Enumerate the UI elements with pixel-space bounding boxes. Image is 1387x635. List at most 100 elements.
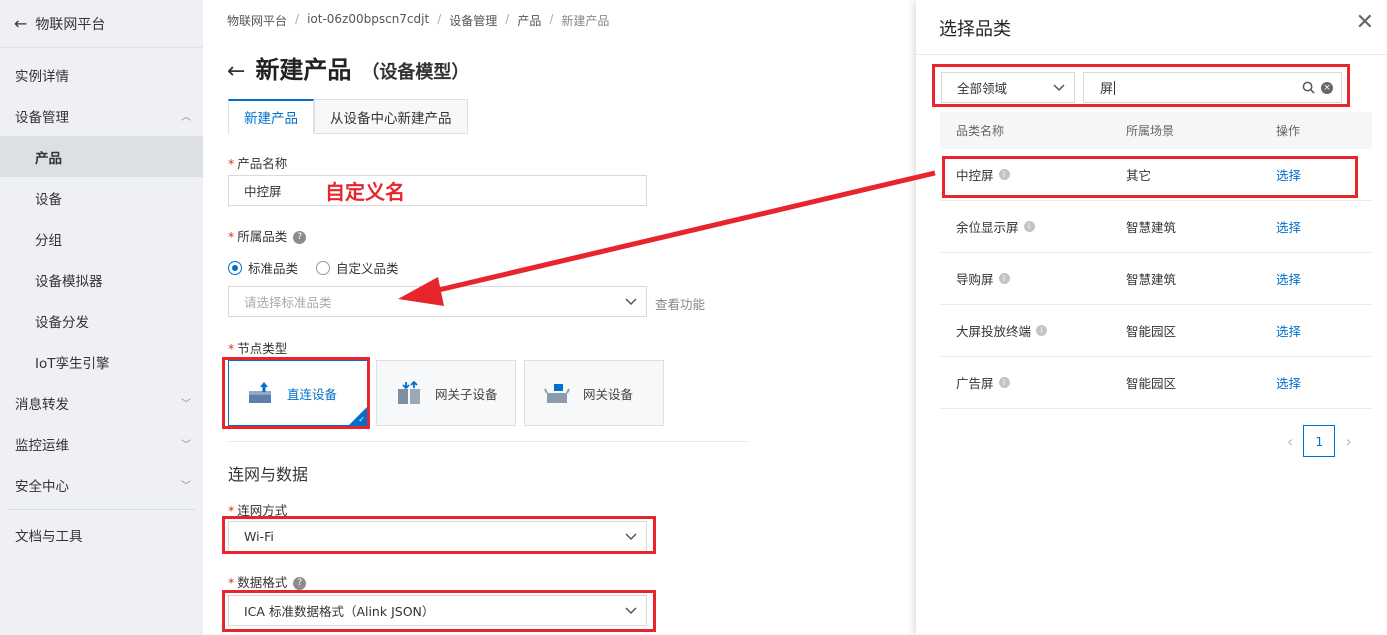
divider bbox=[916, 54, 1387, 55]
sidebar-item-label: 监控运维 bbox=[15, 437, 69, 454]
label-text: 所属品类 bbox=[237, 229, 288, 244]
radio-label: 标准品类 bbox=[248, 261, 299, 276]
select-link[interactable]: 选择 bbox=[1276, 220, 1301, 235]
breadcrumb: 物联网平台 / iot-06z00bpscn7cdjt / 设备管理 / 产品 / 新建… bbox=[227, 12, 609, 29]
info-icon[interactable]: i bbox=[998, 377, 1010, 388]
section-title-network: 连网与数据 bbox=[228, 465, 309, 484]
column-header-name: 品类名称 bbox=[956, 124, 1005, 138]
sidebar: ← 物联网平台 实例详情 设备管理 ︿ 产品 设备 分组 设备模拟器 设备分发 I… bbox=[0, 0, 203, 635]
sidebar-item-distribution[interactable]: 设备分发 bbox=[0, 300, 203, 341]
table-header: 品类名称 所属场景 操作 bbox=[940, 112, 1372, 149]
sidebar-item-product[interactable]: 产品 bbox=[0, 136, 203, 177]
annotation-box-node-type bbox=[222, 357, 370, 429]
node-type-label: * 节点类型 bbox=[228, 341, 288, 356]
gateway-sub-device-icon bbox=[398, 380, 420, 404]
view-function-link[interactable]: 查看功能 bbox=[655, 294, 705, 313]
category-radio-group: 标准品类 自定义品类 bbox=[228, 258, 399, 277]
node-type-label-text: 网关设备 bbox=[583, 386, 634, 402]
category-select[interactable]: 请选择标准品类 bbox=[228, 286, 647, 317]
page-button[interactable]: 1 bbox=[1303, 425, 1336, 457]
sidebar-item-device-mgmt[interactable]: 设备管理 ︿ bbox=[0, 95, 203, 136]
table-row: 余位显示屏 i 智慧建筑 选择 bbox=[940, 201, 1372, 253]
sidebar-item-group[interactable]: 分组 bbox=[0, 218, 203, 259]
page-title-text: 新建产品 bbox=[255, 56, 352, 84]
sidebar-item-label: 设备分发 bbox=[35, 314, 89, 331]
chevron-right-icon[interactable]: › bbox=[1345, 432, 1351, 451]
sidebar-item-label: 产品 bbox=[35, 150, 62, 167]
label-text: 产品名称 bbox=[237, 156, 288, 171]
sidebar-item-monitoring[interactable]: 监控运维 ﹀ bbox=[0, 423, 203, 464]
category-name: 导购屏 bbox=[956, 272, 994, 287]
divider bbox=[8, 509, 195, 510]
label-text: 数据格式 bbox=[237, 575, 288, 590]
table-row: 广告屏 i 智能园区 选择 bbox=[940, 357, 1372, 409]
breadcrumb-separator: / bbox=[505, 12, 510, 26]
category-scene: 智能园区 bbox=[1126, 324, 1177, 339]
page-title: ← 新建产品 （设备模型） bbox=[227, 50, 469, 85]
info-icon[interactable]: i bbox=[1036, 325, 1048, 336]
sidebar-item-twin-engine[interactable]: IoT孪生引擎 bbox=[0, 341, 203, 382]
chevron-down-icon: ﹀ bbox=[181, 481, 191, 492]
help-icon[interactable]: ? bbox=[293, 231, 307, 244]
select-link[interactable]: 选择 bbox=[1276, 272, 1301, 287]
breadcrumb-item[interactable]: 设备管理 bbox=[449, 12, 497, 29]
label-text: 节点类型 bbox=[237, 341, 288, 356]
annotation-box-search bbox=[932, 64, 1350, 107]
select-link[interactable]: 选择 bbox=[1276, 324, 1301, 339]
category-label: * 所属品类? bbox=[228, 226, 307, 245]
radio-label: 自定义品类 bbox=[336, 261, 399, 276]
data-format-label: * 数据格式? bbox=[228, 572, 307, 591]
breadcrumb-item: 新建产品 bbox=[561, 14, 610, 28]
sidebar-item-docs[interactable]: 文档与工具 bbox=[0, 514, 203, 555]
product-name-label: * 产品名称 bbox=[228, 156, 288, 171]
sidebar-item-label: IoT孪生引擎 bbox=[35, 355, 110, 372]
back-arrow-icon[interactable]: ← bbox=[227, 59, 245, 84]
sidebar-item-message-forward[interactable]: 消息转发 ﹀ bbox=[0, 382, 203, 423]
table-row: 导购屏 i 智慧建筑 选择 bbox=[940, 253, 1372, 305]
drawer-title: 选择品类 bbox=[939, 19, 1011, 40]
annotation-box-data-format bbox=[222, 590, 656, 632]
breadcrumb-item[interactable]: iot-06z00bpscn7cdjt bbox=[307, 12, 429, 29]
category-name: 余位显示屏 bbox=[956, 220, 1019, 235]
column-header-action: 操作 bbox=[1276, 124, 1301, 138]
node-type-gateway[interactable]: 网关设备 bbox=[524, 360, 664, 426]
sidebar-title: 物联网平台 bbox=[35, 16, 106, 33]
table-row: 大屏投放终端 i 智能园区 选择 bbox=[940, 305, 1372, 357]
category-scene: 智慧建筑 bbox=[1126, 272, 1177, 287]
sidebar-item-security[interactable]: 安全中心 ﹀ bbox=[0, 464, 203, 505]
chevron-left-icon[interactable]: ‹ bbox=[1287, 432, 1293, 451]
sidebar-item-label: 设备管理 bbox=[15, 109, 69, 126]
node-type-gateway-sub[interactable]: 网关子设备 bbox=[376, 360, 516, 426]
sidebar-item-simulator[interactable]: 设备模拟器 bbox=[0, 259, 203, 300]
node-type-label-text: 网关子设备 bbox=[435, 386, 498, 402]
chevron-down-icon: ﹀ bbox=[181, 440, 191, 451]
annotation-box-row bbox=[942, 156, 1358, 198]
chevron-down-icon bbox=[625, 298, 637, 306]
input-value: 中控屏 bbox=[244, 184, 282, 199]
tab-bar: 新建产品 从设备中心新建产品 bbox=[228, 99, 468, 134]
sidebar-header[interactable]: ← 物联网平台 bbox=[0, 0, 203, 48]
radio-standard[interactable] bbox=[228, 260, 242, 275]
pagination: ‹ 1 › bbox=[1287, 425, 1352, 457]
sidebar-item-label: 安全中心 bbox=[15, 478, 69, 495]
tab-from-device-center[interactable]: 从设备中心新建产品 bbox=[314, 99, 468, 134]
breadcrumb-item[interactable]: 物联网平台 bbox=[227, 12, 287, 29]
close-icon[interactable]: ✕ bbox=[1356, 10, 1374, 35]
sidebar-item-label: 设备 bbox=[35, 191, 62, 208]
info-icon[interactable]: i bbox=[1023, 221, 1035, 232]
select-link[interactable]: 选择 bbox=[1276, 376, 1301, 391]
info-icon[interactable]: i bbox=[998, 273, 1010, 284]
annotation-text: 自定义名 bbox=[325, 180, 405, 204]
sidebar-item-device[interactable]: 设备 bbox=[0, 177, 203, 218]
sidebar-item-label: 消息转发 bbox=[15, 396, 69, 413]
product-name-input[interactable]: 中控屏 bbox=[228, 175, 647, 206]
category-name: 大屏投放终端 bbox=[956, 324, 1032, 339]
column-header-scene: 所属场景 bbox=[1126, 124, 1175, 138]
breadcrumb-item[interactable]: 产品 bbox=[517, 12, 541, 29]
sidebar-item-instance[interactable]: 实例详情 bbox=[0, 54, 203, 95]
back-arrow-icon[interactable]: ← bbox=[14, 14, 27, 33]
chevron-down-icon: ﹀ bbox=[181, 399, 191, 410]
help-icon[interactable]: ? bbox=[293, 577, 307, 590]
tab-new-product[interactable]: 新建产品 bbox=[228, 99, 314, 134]
radio-custom[interactable] bbox=[316, 260, 331, 275]
